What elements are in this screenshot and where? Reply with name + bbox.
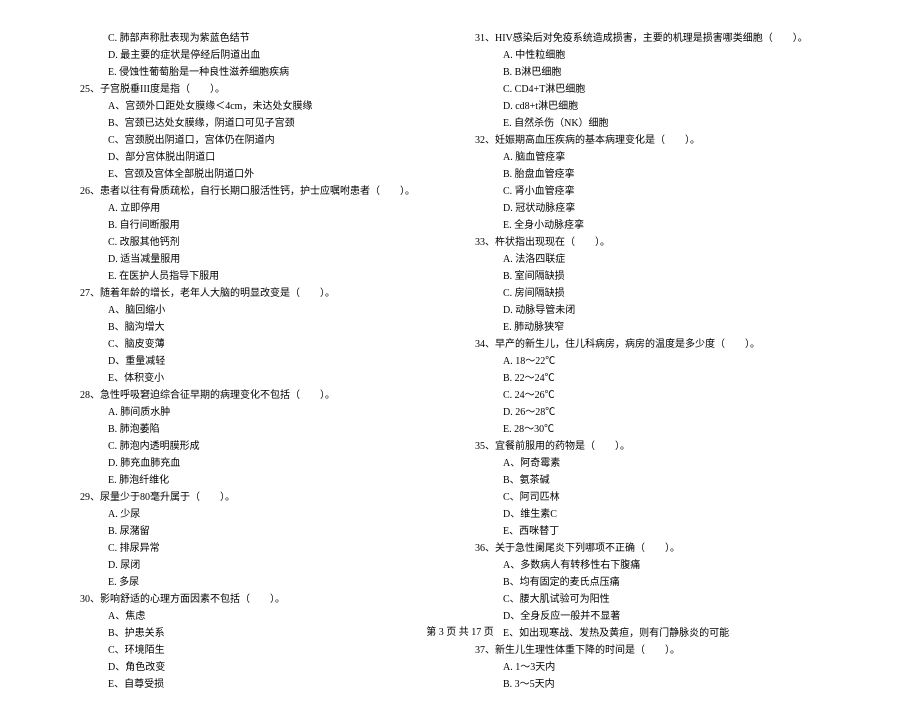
option-text: E. 在医护人员指导下服用 bbox=[80, 268, 445, 285]
question-stem: 27、随着年龄的增长，老年人大脑的明显改变是（ ）。 bbox=[80, 285, 445, 302]
option-text: E、体积变小 bbox=[80, 370, 445, 387]
page-footer: 第 3 页 共 17 页 bbox=[0, 623, 920, 638]
option-text: D、重量减轻 bbox=[80, 353, 445, 370]
right-column: 31、HIV感染后对免疫系统造成损害，主要的机理是损害哪类细胞（ ）。 A. 中… bbox=[460, 30, 840, 693]
question-stem: 26、患者以往有骨质疏松，自行长期口服活性钙，护士应嘱咐患者（ ）。 bbox=[80, 183, 445, 200]
option-text: D、部分宫体脱出阴道口 bbox=[80, 149, 445, 166]
option-text: B. 胎盘血管痉挛 bbox=[475, 166, 840, 183]
option-text: A. 立即停用 bbox=[80, 200, 445, 217]
option-text: C. CD4+T淋巴细胞 bbox=[475, 81, 840, 98]
question-stem: 35、宜餐前服用的药物是（ ）。 bbox=[475, 438, 840, 455]
option-text: A、宫颈外口距处女膜缘＜4cm，未达处女膜缘 bbox=[80, 98, 445, 115]
option-text: A、脑回缩小 bbox=[80, 302, 445, 319]
question-stem: 34、早产的新生儿，住儿科病房，病房的温度是多少度（ ）。 bbox=[475, 336, 840, 353]
option-text: A. 少尿 bbox=[80, 506, 445, 523]
option-text: E. 全身小动脉痉挛 bbox=[475, 217, 840, 234]
option-text: B、氨茶碱 bbox=[475, 472, 840, 489]
option-text: B. 尿潴留 bbox=[80, 523, 445, 540]
option-text: D. 最主要的症状是停经后阴道出血 bbox=[80, 47, 445, 64]
question-stem: 29、尿量少于80毫升属于（ ）。 bbox=[80, 489, 445, 506]
option-text: B. 肺泡萎陷 bbox=[80, 421, 445, 438]
option-text: D、角色改变 bbox=[80, 659, 445, 676]
option-text: D. 尿闭 bbox=[80, 557, 445, 574]
option-text: A. 肺间质水肿 bbox=[80, 404, 445, 421]
option-text: D. 肺充血肺充血 bbox=[80, 455, 445, 472]
option-text: C. 肺泡内透明膜形成 bbox=[80, 438, 445, 455]
option-text: C. 肾小血管痉挛 bbox=[475, 183, 840, 200]
option-text: B. 22～24℃ bbox=[475, 370, 840, 387]
option-text: E. 自然杀伤（NK）细胞 bbox=[475, 115, 840, 132]
question-stem: 28、急性呼吸窘迫综合征早期的病理变化不包括（ ）。 bbox=[80, 387, 445, 404]
option-text: A、阿奇霉素 bbox=[475, 455, 840, 472]
option-text: E. 28～30℃ bbox=[475, 421, 840, 438]
option-text: C. 排尿异常 bbox=[80, 540, 445, 557]
option-text: D. 适当减量服用 bbox=[80, 251, 445, 268]
option-text: E. 多尿 bbox=[80, 574, 445, 591]
option-text: B. B淋巴细胞 bbox=[475, 64, 840, 81]
option-text: A. 脑血管痉挛 bbox=[475, 149, 840, 166]
option-text: D. 冠状动脉痉挛 bbox=[475, 200, 840, 217]
question-stem: 36、关于急性阑尾炎下列哪项不正确（ ）。 bbox=[475, 540, 840, 557]
option-text: D、维生素C bbox=[475, 506, 840, 523]
option-text: C. 24～26℃ bbox=[475, 387, 840, 404]
option-text: A. 法洛四联症 bbox=[475, 251, 840, 268]
option-text: C、脑皮变薄 bbox=[80, 336, 445, 353]
option-text: B. 自行间断服用 bbox=[80, 217, 445, 234]
option-text: D. cd8+t淋巴细胞 bbox=[475, 98, 840, 115]
option-text: B、宫颈已达处女膜缘，阴道口可见子宫颈 bbox=[80, 115, 445, 132]
option-text: C. 肺部声称肚表现为紫蓝色结节 bbox=[80, 30, 445, 47]
question-stem: 33、杵状指出现现在（ ）。 bbox=[475, 234, 840, 251]
option-text: C. 改服其他钙剂 bbox=[80, 234, 445, 251]
option-text: A、多数病人有转移性右下腹痛 bbox=[475, 557, 840, 574]
option-text: C. 房间隔缺损 bbox=[475, 285, 840, 302]
option-text: B、均有固定的麦氏点压痛 bbox=[475, 574, 840, 591]
question-stem: 32、妊娠期高血压疾病的基本病理变化是（ ）。 bbox=[475, 132, 840, 149]
option-text: B、脑沟增大 bbox=[80, 319, 445, 336]
option-text: C、腰大肌试验可为阳性 bbox=[475, 591, 840, 608]
option-text: E、宫颈及宫体全部脱出阴道口外 bbox=[80, 166, 445, 183]
page-content: C. 肺部声称肚表现为紫蓝色结节 D. 最主要的症状是停经后阴道出血 E. 侵蚀… bbox=[0, 0, 920, 703]
option-text: E. 肺泡纤维化 bbox=[80, 472, 445, 489]
option-text: A. 1～3天内 bbox=[475, 659, 840, 676]
left-column: C. 肺部声称肚表现为紫蓝色结节 D. 最主要的症状是停经后阴道出血 E. 侵蚀… bbox=[80, 30, 460, 693]
option-text: D. 动脉导管未闭 bbox=[475, 302, 840, 319]
option-text: E. 侵蚀性葡萄胎是一种良性滋养细胞疾病 bbox=[80, 64, 445, 81]
option-text: C、阿司匹林 bbox=[475, 489, 840, 506]
option-text: E、西咪替丁 bbox=[475, 523, 840, 540]
option-text: B. 3～5天内 bbox=[475, 676, 840, 693]
option-text: A. 中性粒细胞 bbox=[475, 47, 840, 64]
question-stem: 37、新生儿生理性体重下降的时间是（ ）。 bbox=[475, 642, 840, 659]
option-text: B. 室间隔缺损 bbox=[475, 268, 840, 285]
option-text: E. 肺动脉狭窄 bbox=[475, 319, 840, 336]
option-text: C、宫颈脱出阴道口，宫体仍在阴道内 bbox=[80, 132, 445, 149]
question-stem: 25、子宫脱垂III度是指（ ）。 bbox=[80, 81, 445, 98]
option-text: A. 18～22℃ bbox=[475, 353, 840, 370]
question-stem: 31、HIV感染后对免疫系统造成损害，主要的机理是损害哪类细胞（ ）。 bbox=[475, 30, 840, 47]
question-stem: 30、影响舒适的心理方面因素不包括（ ）。 bbox=[80, 591, 445, 608]
option-text: D. 26～28℃ bbox=[475, 404, 840, 421]
option-text: C、环境陌生 bbox=[80, 642, 445, 659]
option-text: E、自尊受损 bbox=[80, 676, 445, 693]
